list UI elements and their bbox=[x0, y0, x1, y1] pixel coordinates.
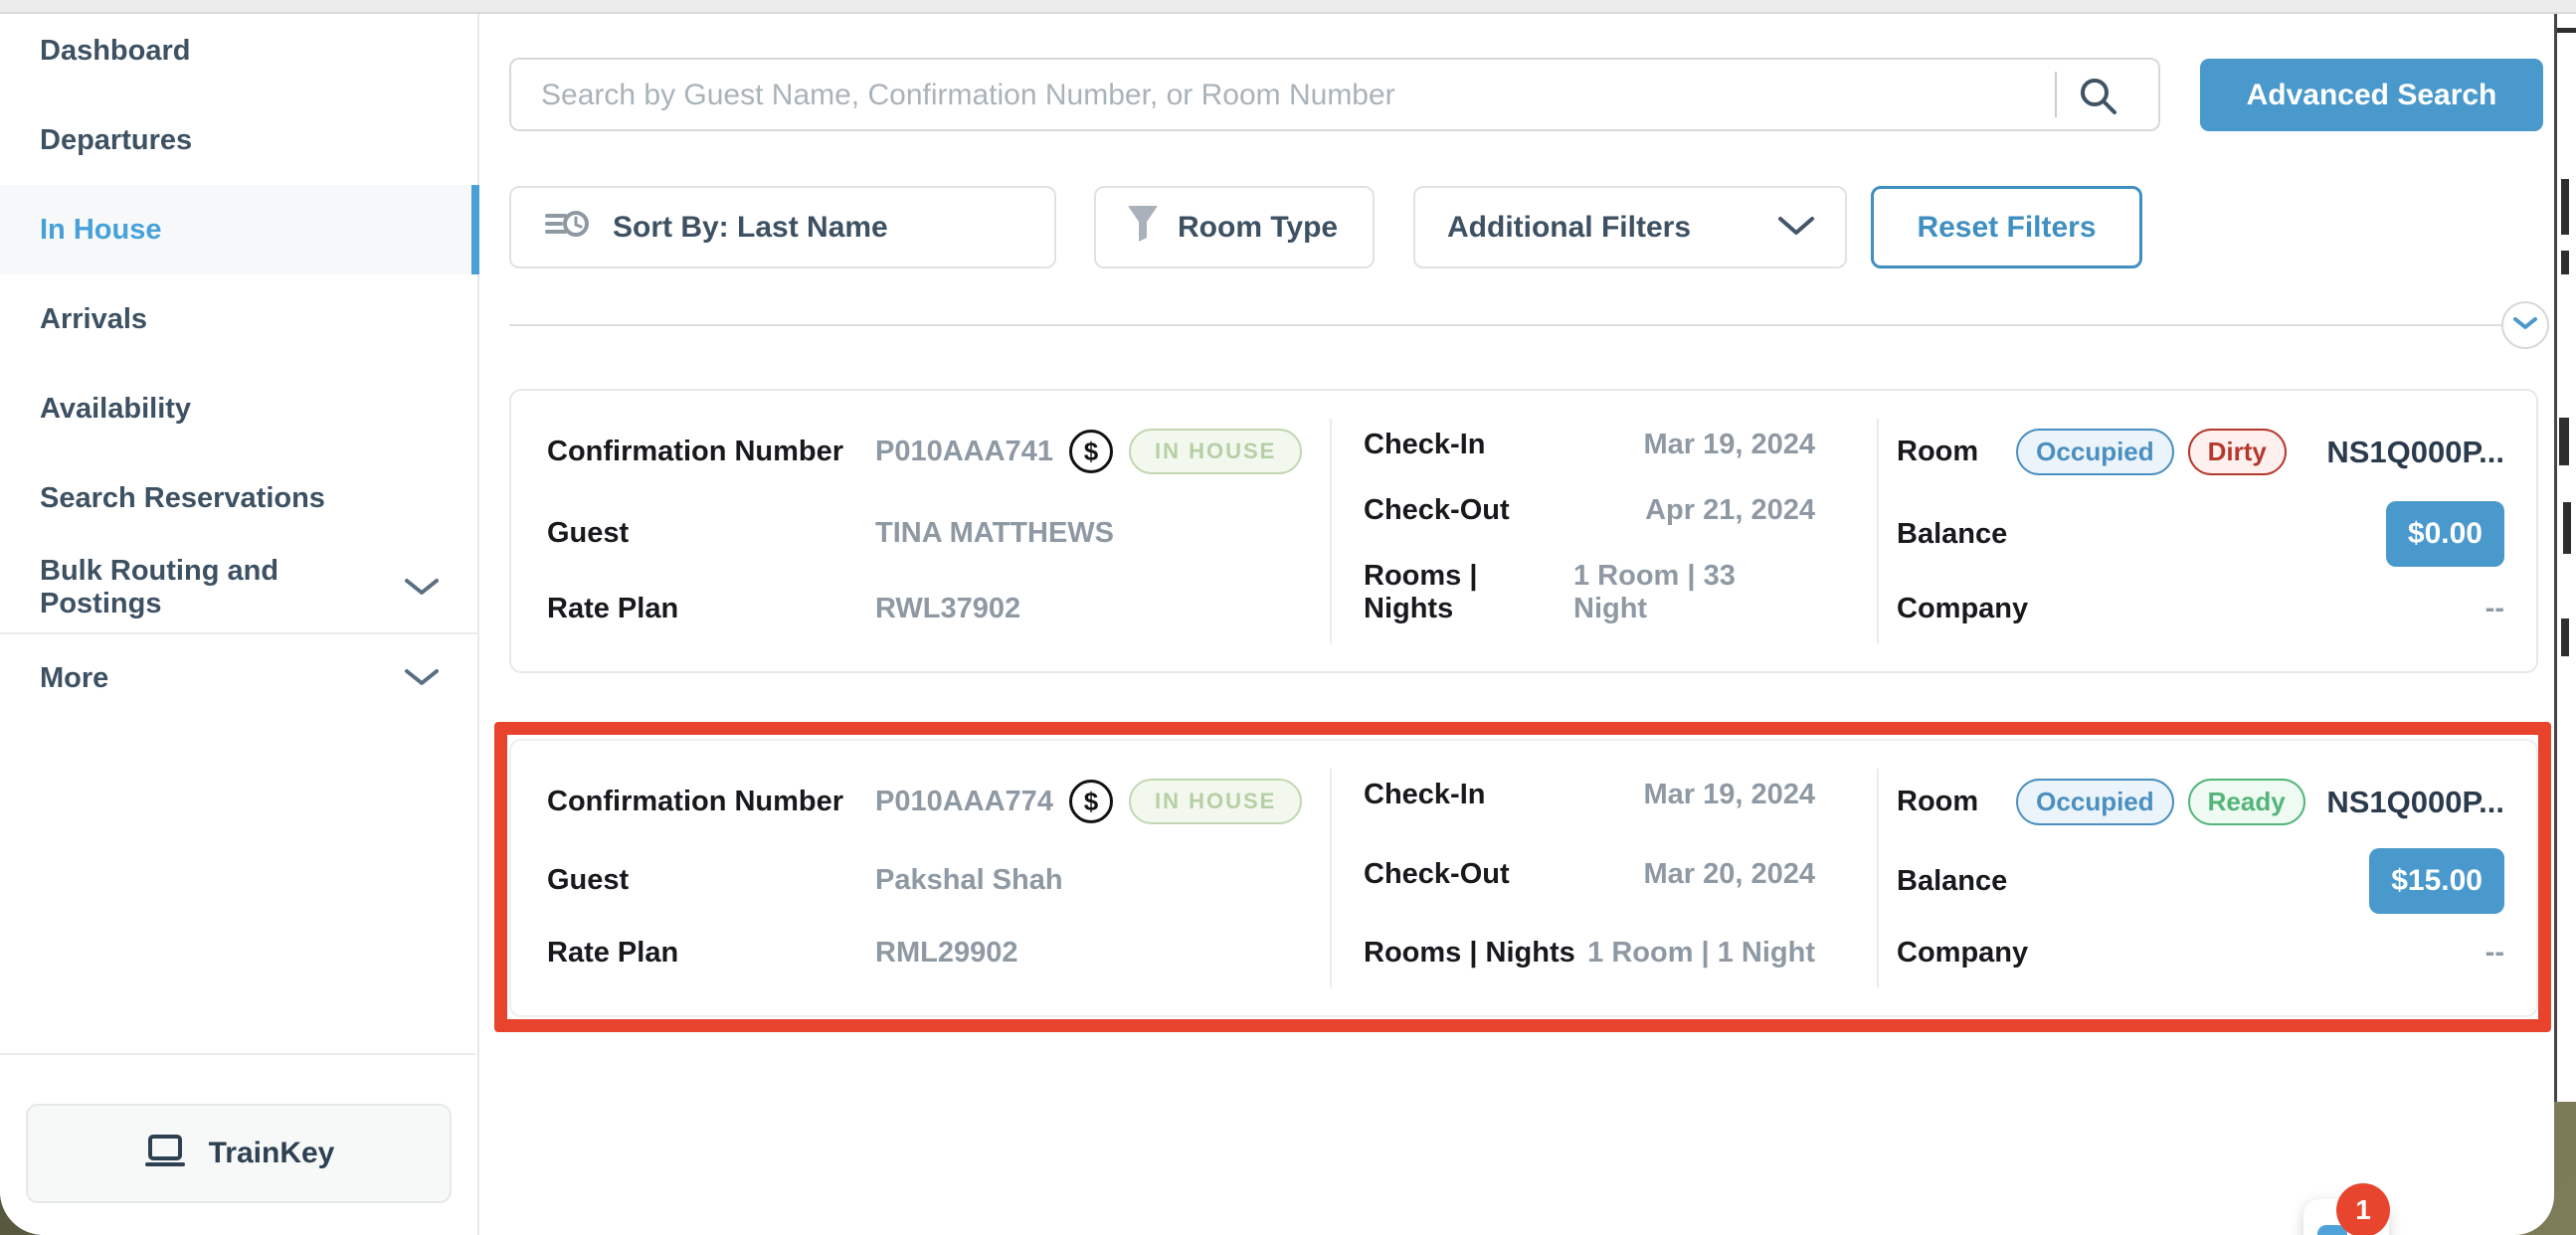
guest-label: Guest bbox=[547, 864, 875, 897]
laptop-icon bbox=[143, 1135, 187, 1173]
sidebar-footer-divider bbox=[0, 1053, 475, 1055]
housekeeping-status-badge: Ready bbox=[2188, 779, 2305, 825]
sidebar: Dashboard Departures In House Arrivals A… bbox=[0, 12, 479, 1235]
room-type-label: Room Type bbox=[1178, 211, 1338, 245]
background-window-sliver bbox=[2554, 0, 2576, 1102]
advanced-search-button[interactable]: Advanced Search bbox=[2200, 59, 2543, 131]
check-out-label: Check-Out bbox=[1364, 494, 1510, 527]
sidebar-item-label: Search Reservations bbox=[40, 482, 325, 515]
sort-history-icon bbox=[545, 204, 591, 252]
app-window: Dashboard Departures In House Arrivals A… bbox=[0, 0, 2554, 1235]
sidebar-item-label: More bbox=[40, 662, 108, 695]
reservation-card[interactable]: Confirmation Number P010AAA741 $ IN HOUS… bbox=[509, 389, 2538, 673]
sidebar-item-availability[interactable]: Availability bbox=[0, 364, 477, 453]
background-window-fragment bbox=[2563, 502, 2571, 554]
check-in-label: Check-In bbox=[1364, 429, 1485, 461]
sidebar-item-label: Arrivals bbox=[40, 303, 147, 336]
confirmation-number-value: P010AAA774 bbox=[875, 786, 1053, 818]
background-window-fragment bbox=[2561, 179, 2569, 235]
list-divider bbox=[509, 324, 2502, 326]
sidebar-item-label: In House bbox=[40, 214, 161, 247]
background-window-fragment bbox=[2557, 28, 2576, 33]
sidebar-item-more[interactable]: More bbox=[0, 632, 477, 722]
sidebar-item-search-reservations[interactable]: Search Reservations bbox=[0, 453, 477, 543]
chevron-down-icon bbox=[404, 572, 440, 605]
folio-dollar-icon[interactable]: $ bbox=[1069, 780, 1113, 823]
housekeeping-status-badge: Dirty bbox=[2188, 429, 2287, 475]
funnel-icon bbox=[1126, 204, 1160, 252]
room-number-value: NS1Q000P... bbox=[2326, 435, 2504, 470]
check-out-label: Check-Out bbox=[1364, 858, 1510, 891]
rate-plan-label: Rate Plan bbox=[547, 593, 875, 625]
confirmation-number-value: P010AAA741 bbox=[875, 436, 1053, 468]
reservation-card[interactable]: Confirmation Number P010AAA774 $ IN HOUS… bbox=[509, 739, 2538, 1017]
background-window-fragment bbox=[2561, 251, 2569, 274]
rooms-nights-label: Rooms | Nights bbox=[1364, 560, 1573, 625]
search-icon[interactable] bbox=[2077, 75, 2120, 123]
collapse-list-button[interactable] bbox=[2501, 301, 2549, 349]
rooms-nights-label: Rooms | Nights bbox=[1364, 937, 1575, 970]
rooms-nights-value: 1 Room | 33 Night bbox=[1573, 560, 1815, 625]
confirmation-number-label: Confirmation Number bbox=[547, 436, 875, 468]
trainkey-button[interactable]: TrainKey bbox=[26, 1104, 452, 1203]
sidebar-item-label: Bulk Routing and Postings bbox=[40, 555, 404, 620]
room-label: Room bbox=[1897, 436, 1978, 468]
additional-filters-dropdown[interactable]: Additional Filters bbox=[1413, 186, 1847, 268]
check-in-value: Mar 19, 2024 bbox=[1643, 429, 1815, 461]
rate-plan-value: RWL37902 bbox=[875, 593, 1020, 625]
room-type-filter[interactable]: Room Type bbox=[1094, 186, 1375, 268]
guest-value: TINA MATTHEWS bbox=[875, 517, 1114, 550]
sort-by-dropdown[interactable]: Sort By: Last Name bbox=[509, 186, 1056, 268]
chevron-down-icon bbox=[2513, 316, 2537, 335]
background-window-fragment bbox=[2559, 418, 2569, 465]
sidebar-item-in-house[interactable]: In House bbox=[0, 185, 477, 274]
search-divider bbox=[2055, 72, 2057, 117]
guest-label: Guest bbox=[547, 517, 875, 550]
rate-plan-value: RML29902 bbox=[875, 937, 1017, 970]
in-house-badge: IN HOUSE bbox=[1129, 779, 1302, 824]
sidebar-item-dashboard[interactable]: Dashboard bbox=[0, 6, 477, 95]
sidebar-item-label: Availability bbox=[40, 393, 191, 426]
sidebar-item-label: Dashboard bbox=[40, 35, 190, 68]
rooms-nights-value: 1 Room | 1 Night bbox=[1587, 937, 1815, 970]
chevron-down-icon bbox=[1777, 211, 1815, 245]
sidebar-item-arrivals[interactable]: Arrivals bbox=[0, 274, 477, 364]
in-house-badge: IN HOUSE bbox=[1129, 429, 1302, 474]
balance-button[interactable]: $15.00 bbox=[2369, 848, 2504, 914]
check-in-value: Mar 19, 2024 bbox=[1643, 779, 1815, 811]
sidebar-item-label: Departures bbox=[40, 124, 192, 157]
sidebar-item-bulk-routing-and-postings[interactable]: Bulk Routing and Postings bbox=[0, 543, 477, 632]
screen: Dashboard Departures In House Arrivals A… bbox=[0, 0, 2576, 1235]
company-label: Company bbox=[1897, 937, 2028, 970]
balance-label: Balance bbox=[1897, 865, 2007, 898]
guest-value: Pakshal Shah bbox=[875, 864, 1063, 897]
room-label: Room bbox=[1897, 786, 1978, 818]
background-window-fragment bbox=[2561, 618, 2569, 656]
sidebar-item-departures[interactable]: Departures bbox=[0, 95, 477, 185]
folio-dollar-icon[interactable]: $ bbox=[1069, 430, 1113, 473]
check-in-label: Check-In bbox=[1364, 779, 1485, 811]
notification-badge: 1 bbox=[2336, 1183, 2390, 1235]
reset-filters-button[interactable]: Reset Filters bbox=[1871, 186, 2142, 268]
search-box bbox=[509, 58, 2160, 131]
balance-label: Balance bbox=[1897, 518, 2007, 551]
company-value: -- bbox=[2485, 937, 2504, 970]
room-number-value: NS1Q000P... bbox=[2326, 785, 2504, 820]
rate-plan-label: Rate Plan bbox=[547, 937, 875, 970]
check-out-value: Mar 20, 2024 bbox=[1643, 858, 1815, 891]
chevron-down-icon bbox=[404, 662, 440, 695]
search-input[interactable] bbox=[539, 62, 2035, 129]
company-label: Company bbox=[1897, 593, 2028, 625]
window-top-strip bbox=[0, 0, 2576, 14]
trainkey-label: TrainKey bbox=[209, 1137, 335, 1170]
sort-by-label: Sort By: Last Name bbox=[613, 211, 888, 245]
check-out-value: Apr 21, 2024 bbox=[1645, 494, 1815, 527]
confirmation-number-label: Confirmation Number bbox=[547, 786, 875, 818]
balance-button[interactable]: $0.00 bbox=[2386, 501, 2504, 567]
occupancy-status-badge: Occupied bbox=[2016, 429, 2173, 475]
occupancy-status-badge: Occupied bbox=[2016, 779, 2173, 825]
company-value: -- bbox=[2485, 593, 2504, 625]
additional-filters-label: Additional Filters bbox=[1447, 211, 1691, 245]
